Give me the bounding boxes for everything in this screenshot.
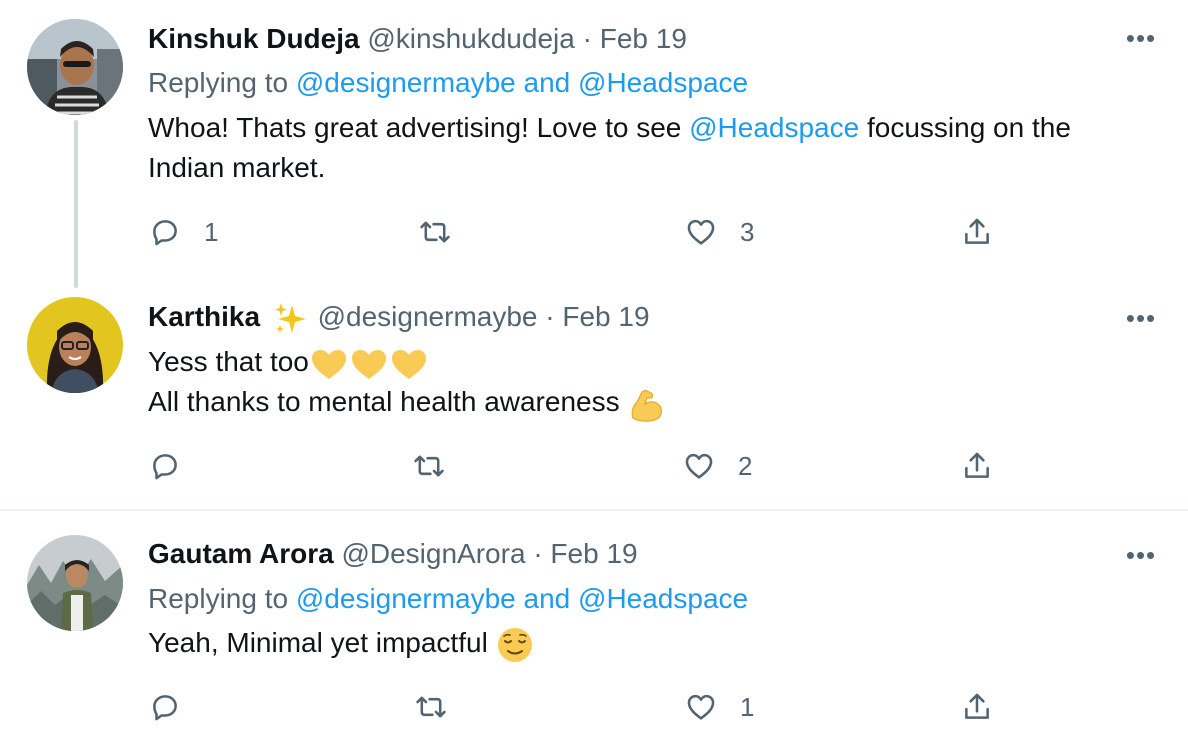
tweet-date[interactable]: Feb 19: [550, 538, 637, 569]
tweet-kinshuk[interactable]: Kinshuk Dudeja @kinshukdudeja · Feb 19 •…: [0, 0, 1188, 290]
tweet-header: Gautam Arora @DesignArora · Feb 19: [148, 535, 638, 573]
tweet-date[interactable]: Feb 19: [600, 23, 687, 54]
separator: ·: [533, 538, 543, 569]
share-icon: [965, 693, 989, 719]
like-icon: [685, 453, 713, 479]
tweet-text-line: Yeah, Minimal yet impactful: [148, 627, 488, 658]
retweet-icon: [416, 696, 446, 718]
reply-icon: [153, 220, 177, 246]
tweet-text-line: Yess that too: [148, 346, 309, 377]
replying-to-link[interactable]: @designermaybe and @Headspace: [296, 67, 748, 98]
avatar-kinshuk[interactable]: [27, 19, 123, 115]
tweet-text: Yeah, Minimal yet impactful: [148, 623, 1148, 664]
more-options-button[interactable]: •••: [1124, 542, 1158, 568]
thread-line: [74, 120, 78, 288]
tweet-header: Karthika @designermaybe · Feb 19: [148, 298, 650, 337]
reply-button[interactable]: 1: [148, 212, 218, 252]
like-count: 2: [738, 450, 753, 481]
tweet-text: Yess that too All thanks to mental healt…: [148, 342, 1148, 424]
like-button[interactable]: 2: [682, 446, 752, 486]
replying-to: Replying to @designermaybe and @Headspac…: [148, 580, 748, 618]
retweet-button[interactable]: [414, 687, 470, 727]
tweet-header: Kinshuk Dudeja @kinshukdudeja · Feb 19: [148, 20, 687, 58]
like-button[interactable]: 1: [684, 687, 754, 727]
tweet-karthika[interactable]: Karthika @designermaybe · Feb 19 ••• Yes…: [0, 290, 1188, 510]
tweet-text-part: Indian market.: [148, 152, 326, 183]
like-icon: [687, 694, 715, 720]
tweet-text-part: focussing on the: [866, 112, 1071, 143]
replying-to: Replying to @designermaybe and @Headspac…: [148, 64, 748, 102]
display-name[interactable]: Karthika: [148, 301, 260, 332]
sparkles-emoji: [274, 302, 306, 333]
share-icon: [965, 452, 989, 478]
share-button[interactable]: [960, 212, 994, 252]
replying-prefix: Replying to: [148, 583, 289, 614]
avatar-karthika[interactable]: [27, 297, 123, 393]
mention-link[interactable]: @Headspace: [689, 112, 859, 143]
reply-icon: [153, 695, 177, 721]
like-icon: [687, 219, 715, 245]
retweet-icon: [414, 455, 444, 477]
reply-count: 1: [204, 216, 219, 247]
tweet-actions: 1 3: [148, 212, 1008, 252]
more-options-button[interactable]: •••: [1124, 305, 1158, 331]
like-count: 3: [740, 216, 755, 247]
share-button[interactable]: [960, 446, 994, 486]
replying-to-link[interactable]: @designermaybe and @Headspace: [296, 583, 748, 614]
like-count: 1: [740, 691, 755, 722]
tweet-date[interactable]: Feb 19: [562, 301, 649, 332]
retweet-button[interactable]: [412, 446, 468, 486]
tweet-text-line: All thanks to mental health awareness: [148, 386, 620, 417]
tweet-text: Whoa! Thats great advertising! Love to s…: [148, 108, 1148, 188]
tweet-actions: 2: [148, 446, 1008, 486]
share-icon: [965, 218, 989, 244]
retweet-button[interactable]: [418, 212, 474, 252]
tweet-text-part: Whoa! Thats great advertising! Love to s…: [148, 112, 682, 143]
display-name[interactable]: Gautam Arora: [148, 538, 334, 569]
reply-button[interactable]: [148, 687, 204, 727]
reply-button[interactable]: [148, 446, 204, 486]
tweet-gautam[interactable]: Gautam Arora @DesignArora · Feb 19 ••• R…: [0, 511, 1188, 750]
relieved-face-emoji: [497, 627, 532, 662]
yellow-heart-emoji: [311, 349, 426, 379]
user-handle[interactable]: @DesignArora: [341, 538, 525, 569]
like-button[interactable]: 3: [684, 212, 754, 252]
user-handle[interactable]: @kinshukdudeja: [367, 23, 574, 54]
retweet-icon: [420, 221, 450, 243]
share-button[interactable]: [960, 687, 994, 727]
separator: ·: [545, 301, 555, 332]
reply-icon: [153, 454, 177, 480]
user-handle[interactable]: @designermaybe: [318, 301, 538, 332]
tweet-actions: 1: [148, 687, 1008, 727]
replying-prefix: Replying to: [148, 67, 289, 98]
flexed-biceps-emoji: [632, 389, 663, 422]
more-options-button[interactable]: •••: [1124, 25, 1158, 51]
display-name[interactable]: Kinshuk Dudeja: [148, 23, 360, 54]
separator: ·: [582, 23, 592, 54]
avatar-gautam[interactable]: [27, 535, 123, 631]
